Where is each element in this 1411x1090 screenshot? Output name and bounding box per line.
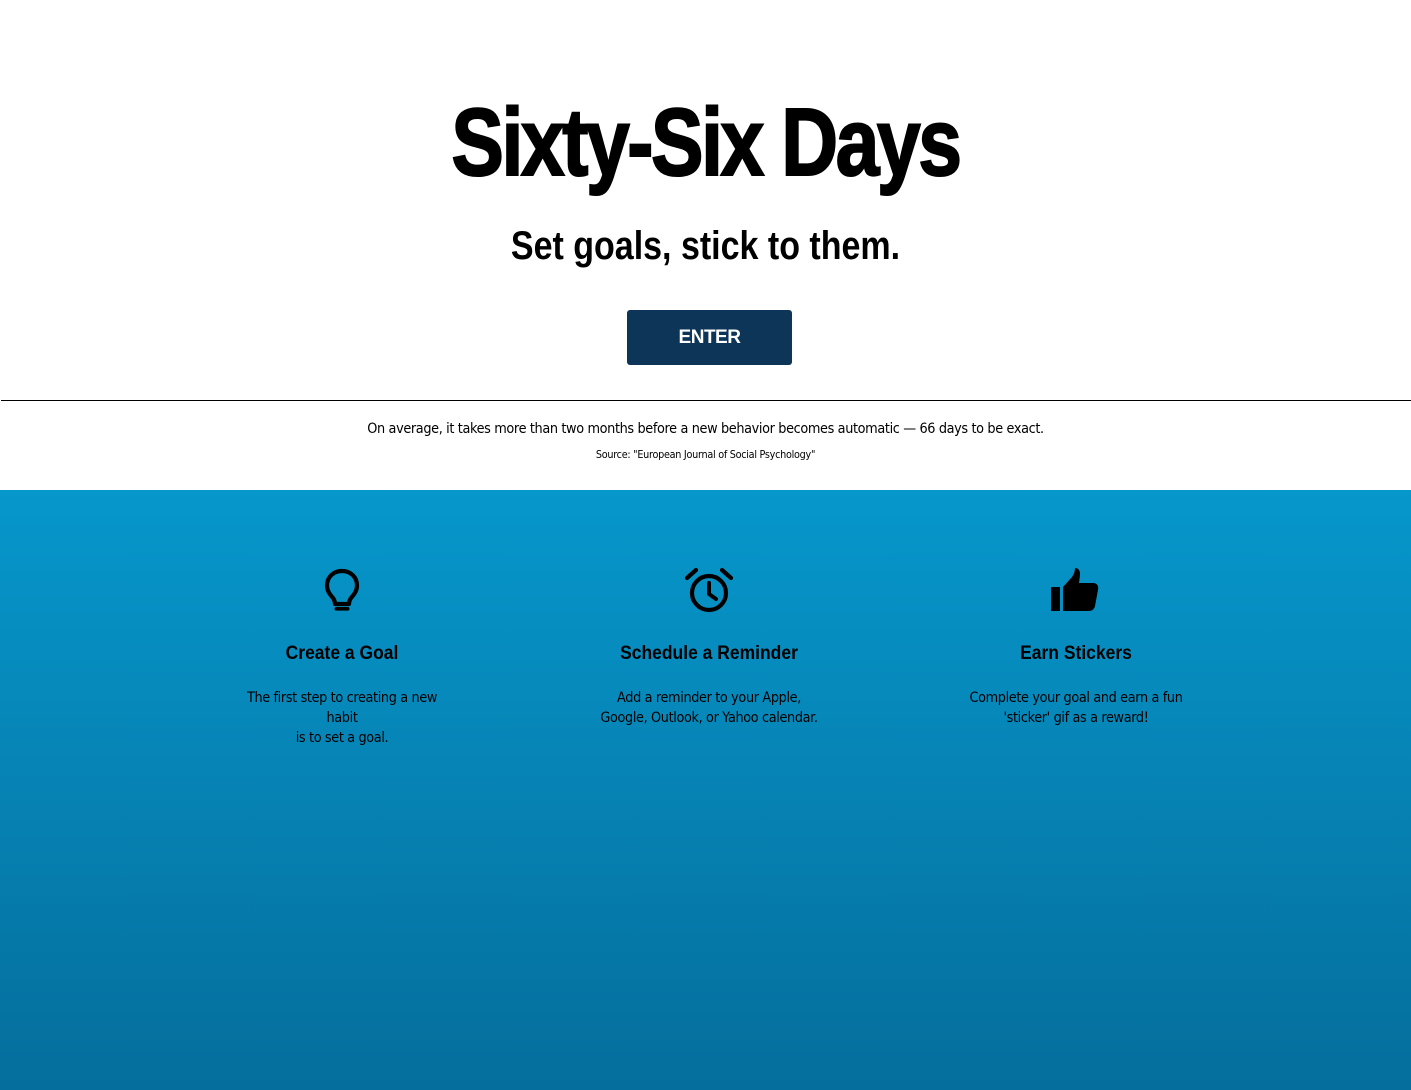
lightbulb-icon [182,565,502,615]
feature-description-line: Google, Outlook, or Yahoo calendar. [600,710,818,726]
tagline: Set goals, stick to them. [510,224,901,268]
fact-section: On average, it takes more than two month… [0,401,1411,490]
fact-text: On average, it takes more than two month… [367,421,1044,437]
alarm-clock-icon [549,565,869,615]
hero-section: Sixty-Six Days Set goals, stick to them.… [0,0,1411,401]
fact-source: Source: "European Journal of Social Psyc… [595,449,816,461]
feature-title: Earn Stickers [1020,643,1132,664]
feature-title: Schedule a Reminder [620,643,798,664]
feature-description-line: Complete your goal and earn a fun [969,690,1183,706]
features-section: Create a Goal The first step to creating… [0,490,1411,1090]
page-title: Sixty-Six Days [451,88,963,197]
feature-description: Complete your goal and earn a fun 'sticke… [966,688,1187,728]
feature-description-line: The first step to creating a new habit [246,690,438,726]
feature-title: Create a Goal [285,643,399,664]
feature-description-line: Add a reminder to your Apple, [617,690,801,706]
enter-button[interactable]: ENTER [627,310,792,365]
feature-description: Add a reminder to your Apple, Google, Out… [599,688,820,728]
feature-description: The first step to creating a new habit is… [232,688,453,748]
thumbs-up-icon [916,565,1236,615]
feature-description-line: 'sticker' gif as a reward! [1003,710,1149,726]
feature-description-line: is to set a goal. [295,730,389,746]
